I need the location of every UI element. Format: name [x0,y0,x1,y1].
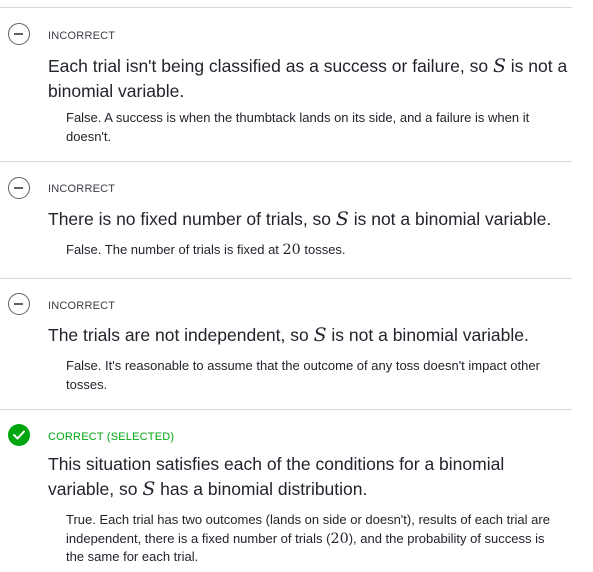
answer-choice-3[interactable]: INCORRECT The trials are not independent… [0,279,572,410]
choice-text-part: There is no fixed number of trials, so [48,209,336,229]
minus-circle-icon [8,293,30,315]
check-mark-icon [13,430,25,440]
choice-status: INCORRECT [48,300,116,312]
variable-s: S [142,478,156,500]
answer-choice-2[interactable]: INCORRECT There is no fixed number of tr… [0,162,572,279]
choice-text-part: Each trial isn't being classified as a s… [48,56,493,76]
choice-rationale: True. Each trial has two outcomes (lands… [66,511,561,567]
choice-text: Each trial isn't being classified as a s… [48,54,568,104]
minus-circle-icon [8,23,30,45]
choice-rationale: False. A success is when the thumbtack l… [66,110,530,144]
minus-circle-icon [8,177,30,199]
choice-text: This situation satisfies each of the con… [48,452,548,502]
choice-text-part: has a binomial distribution. [155,479,368,499]
choice-text-part: The trials are not independent, so [48,325,314,345]
check-circle-icon [8,424,30,446]
rationale-part: False. The number of trials is fixed at [66,242,283,257]
trial-count: 20 [330,530,349,547]
rationale-part: tosses. [300,242,346,257]
answer-choice-1[interactable]: INCORRECT Each trial isn't being classif… [0,7,572,162]
choice-status: INCORRECT [48,183,116,195]
choice-status: INCORRECT [48,30,116,42]
choice-text: The trials are not independent, so S is … [48,323,568,348]
variable-s: S [335,208,349,230]
answer-choice-4[interactable]: CORRECT (SELECTED) This situation satisf… [0,410,572,572]
choice-text-part: is not a binomial variable. [326,325,529,345]
trial-count: 20 [282,242,301,258]
choice-status: CORRECT (SELECTED) [48,431,175,443]
variable-s: S [492,55,506,77]
choice-rationale: False. The number of trials is fixed at … [66,241,561,260]
choice-text-part: is not a binomial variable. [348,209,552,229]
variable-s: S [313,324,327,346]
choice-rationale: False. It's reasonable to assume that th… [66,358,540,392]
choice-text: There is no fixed number of trials, so S… [48,207,568,232]
